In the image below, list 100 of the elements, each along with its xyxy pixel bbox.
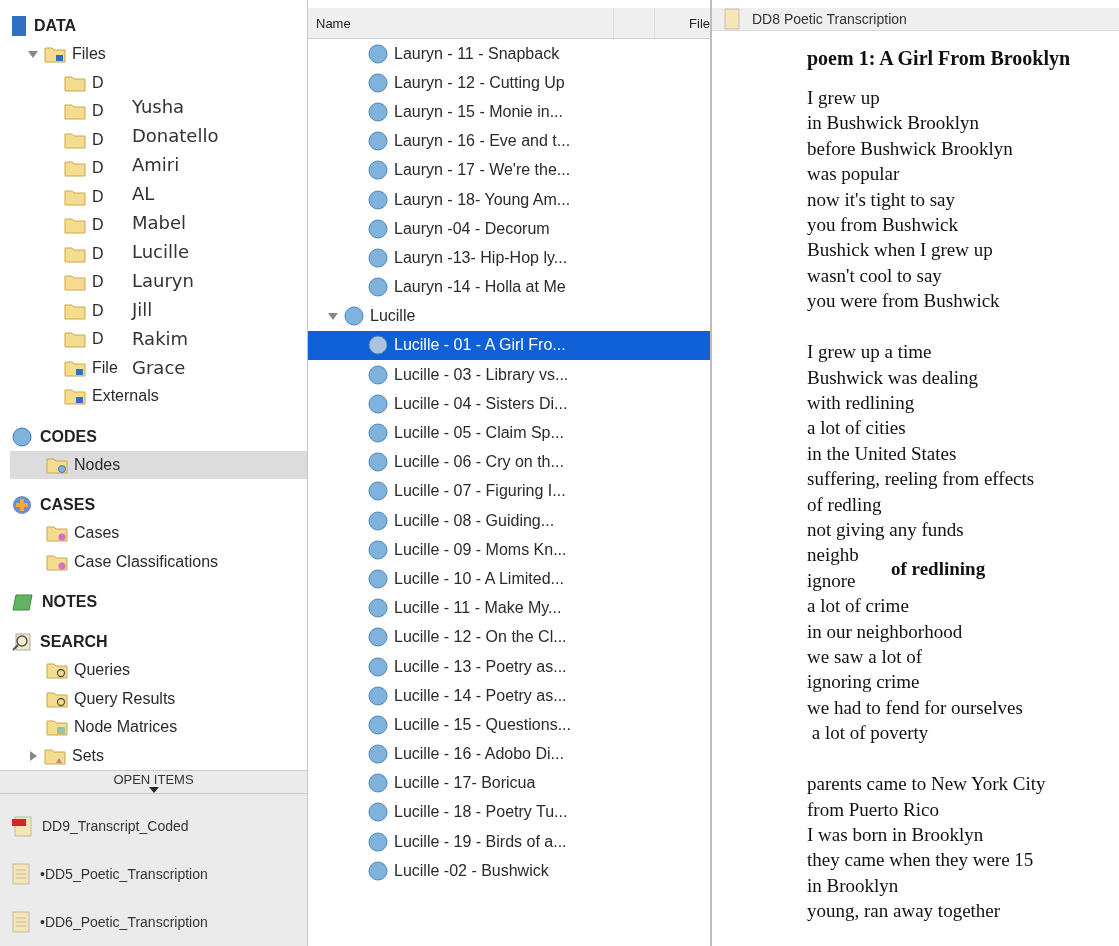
expanded-triangle-icon[interactable] — [28, 49, 38, 60]
sidebar-item[interactable]: D — [10, 154, 106, 183]
name-label: Lauryn — [131, 268, 195, 293]
node-icon — [368, 685, 388, 706]
sidebar-item[interactable]: D — [10, 68, 106, 97]
node-row[interactable]: Lucille - 15 - Questions... — [308, 710, 710, 740]
pdf-file-icon — [12, 815, 32, 837]
node-row[interactable]: Lauryn -04 - Decorum — [308, 214, 710, 244]
node-row[interactable]: Lucille — [308, 301, 710, 331]
open-items-header[interactable]: OPEN ITEMS — [0, 770, 307, 794]
sidebar-item[interactable]: D — [10, 239, 106, 268]
section-title[interactable]: DATA — [34, 17, 77, 35]
sidebar-item[interactable]: D — [10, 125, 106, 154]
sidebar-item[interactable]: D — [10, 268, 106, 297]
folder-icon — [46, 552, 68, 571]
node-icon — [368, 539, 388, 560]
node-row[interactable]: Lucille - 01 - A Girl Fro... — [308, 330, 710, 361]
poem-line: Bushwick was dealing — [807, 365, 978, 390]
node-row[interactable]: Lauryn - 18- Young Am... — [308, 184, 710, 215]
node-row[interactable]: Lucille - 03 - Library vs... — [308, 360, 710, 390]
node-icon — [368, 189, 388, 210]
node-icon — [368, 802, 388, 823]
column-title[interactable]: File — [655, 15, 710, 31]
open-item[interactable]: •DD6_Poetic_Transcription — [0, 898, 307, 946]
name-label: Lucille — [131, 239, 191, 264]
poem-line: in Bushwick Brooklyn — [807, 111, 980, 136]
poem-line: a lot of cities — [807, 416, 906, 441]
node-row[interactable]: Lucille - 17- Boricua — [308, 768, 710, 798]
document-tab[interactable]: DD8 Poetic Transcription — [712, 8, 1119, 31]
folder-icon — [64, 130, 86, 149]
node-row[interactable]: Lauryn -13- Hip-Hop ly... — [308, 243, 710, 273]
node-row[interactable]: Lucille - 04 - Sisters Di... — [308, 389, 710, 419]
folder-icon — [46, 718, 68, 737]
node-row[interactable]: Lauryn - 11 - Snapback — [308, 39, 710, 69]
section-title[interactable]: CODES — [40, 427, 97, 446]
sidebar-item[interactable]: Queries — [10, 656, 133, 685]
database-icon — [12, 16, 26, 36]
poem-line: with redlining — [807, 390, 915, 415]
node-row[interactable]: Lucille - 07 - Figuring I... — [308, 476, 710, 506]
node-icon — [368, 481, 388, 502]
sidebar-item[interactable]: Files — [10, 40, 108, 69]
node-row[interactable]: Lauryn - 12 - Cutting Up — [308, 68, 710, 98]
document-icon — [724, 8, 740, 30]
node-icon — [368, 831, 388, 852]
sidebar-item[interactable]: D — [10, 296, 106, 325]
node-row[interactable]: Lucille - 10 - A Limited... — [308, 564, 710, 594]
node-icon — [368, 860, 388, 881]
node-row[interactable]: Lucille - 19 - Birds of a... — [308, 827, 710, 857]
node-row[interactable]: Lucille - 18 - Poetry Tu... — [308, 797, 710, 828]
folder-icon — [46, 524, 68, 543]
node-row[interactable]: Lauryn - 15 - Monie in... — [308, 97, 710, 127]
sidebar-item[interactable]: D — [10, 182, 106, 211]
section-title[interactable]: CASES — [40, 496, 96, 514]
poem-line: in the United States — [807, 441, 957, 466]
expanded-triangle-icon[interactable] — [328, 311, 338, 322]
node-row[interactable]: Lucille - 09 - Moms Kn... — [308, 535, 710, 565]
poem-line: I was born in Brooklyn — [807, 822, 984, 847]
poem-line: parents came to New York City — [807, 772, 1046, 797]
poem-heading: poem 1: A Girl From Brooklyn — [807, 47, 1072, 70]
search-icon — [12, 632, 32, 652]
sidebar-item[interactable]: D — [10, 97, 106, 126]
sidebar-item[interactable]: Query Results — [10, 684, 178, 713]
folder-icon — [64, 358, 86, 377]
node-row[interactable]: Lucille -02 - Bushwick — [308, 856, 710, 886]
sidebar-item[interactable]: Sets — [10, 741, 106, 770]
node-row[interactable]: Lucille - 13 - Poetry as... — [308, 651, 710, 682]
node-row[interactable]: Lucille - 11 - Make My... — [308, 593, 710, 623]
poem-line: a lot of poverty — [810, 721, 929, 746]
node-icon — [368, 714, 388, 735]
poem-line: Bushick when I grew up — [807, 238, 993, 263]
node-icon — [368, 160, 388, 181]
sidebar-item[interactable]: Cases — [10, 519, 122, 548]
node-icon — [368, 72, 388, 93]
poem-line: we had to fend for ourselves — [807, 695, 1023, 720]
node-row[interactable]: Lauryn - 16 - Eve and t... — [308, 126, 710, 156]
node-icon — [12, 426, 32, 447]
node-row[interactable]: Lucille - 06 - Cry on th... — [308, 447, 710, 477]
sidebar-item[interactable]: D — [10, 211, 106, 240]
section-title[interactable]: SEARCH — [40, 633, 108, 651]
open-item[interactable]: •DD5_Poetic_Transcription — [0, 850, 307, 898]
collapsed-triangle-icon[interactable] — [28, 750, 38, 761]
node-row[interactable]: Lucille - 12 - On the Cl... — [308, 622, 710, 652]
sidebar-item[interactable]: Externals — [10, 382, 161, 411]
sidebar-item[interactable]: Node Matrices — [10, 713, 180, 742]
node-row[interactable]: Lucille - 16 - Adobo Di... — [308, 739, 710, 769]
node-row[interactable]: Lauryn -14 - Holla at Me — [308, 272, 710, 302]
sidebar-item[interactable]: Case Classifications — [10, 547, 221, 576]
node-row[interactable]: Lucille - 14 - Poetry as... — [308, 681, 710, 711]
open-item[interactable]: DD9_Transcript_Coded — [0, 802, 307, 850]
node-icon — [344, 306, 364, 327]
sidebar-item[interactable]: File — [10, 353, 120, 382]
section-title[interactable]: NOTES — [42, 593, 98, 611]
node-row[interactable]: Lucille - 05 - Claim Sp... — [308, 418, 710, 448]
folder-icon — [46, 689, 68, 708]
column-title[interactable]: Name — [308, 8, 614, 38]
node-row[interactable]: Lauryn - 17 - We're the... — [308, 155, 710, 185]
sidebar-item[interactable]: Nodes — [10, 450, 307, 479]
node-row[interactable]: Lucille - 08 - Guiding... — [308, 506, 710, 536]
poem-line: young, ran away together — [807, 899, 1001, 924]
sidebar-item[interactable]: D — [10, 325, 106, 354]
